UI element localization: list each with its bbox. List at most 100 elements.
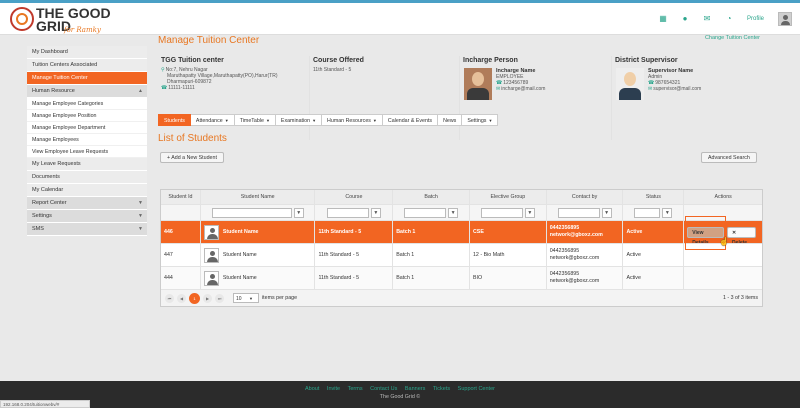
filter-icon[interactable]: ▼ — [601, 207, 612, 218]
footer-link-tickets[interactable]: Tickets — [433, 386, 450, 392]
sidebar-item-leave-requests[interactable]: View Employee Leave Requests — [27, 146, 147, 158]
caret-down-icon: ▼ — [248, 296, 253, 301]
student-contact: 0442356895 network@gboxz.com — [547, 267, 624, 289]
sidebar-item-employees[interactable]: Manage Employees — [27, 134, 147, 146]
filter-icon[interactable]: ▼ — [524, 207, 535, 218]
student-elective: 12 - Bio Math — [470, 244, 547, 266]
sidebar-section-report-center[interactable]: Report Center ▼ — [27, 197, 147, 210]
caret-down-icon: ▼ — [224, 118, 229, 123]
student-name-cell: Student Name — [201, 244, 316, 266]
tab-news[interactable]: News — [438, 114, 463, 126]
filter-icon[interactable]: ▼ — [293, 207, 304, 218]
student-name: Student Name — [222, 275, 257, 281]
filter-input[interactable] — [480, 207, 523, 218]
footer-link-support[interactable]: Support Center — [458, 386, 495, 392]
sidebar-item-employee-position[interactable]: Manage Employee Position — [27, 110, 147, 122]
table-row[interactable]: 446 Student Name 11th Standard - 5 Batch… — [161, 221, 762, 244]
column-header[interactable]: Student Name — [201, 190, 316, 204]
incharge-details: Incharge Name EMPLOYEE ☎123456789 ✉incha… — [496, 68, 545, 92]
center-info: TGG Tuition center ⚲No:7, Nehru Nagar Ma… — [158, 56, 310, 140]
column-header[interactable]: Batch — [393, 190, 470, 204]
footer-link-terms[interactable]: Terms — [348, 386, 363, 392]
filter-icon[interactable]: ▼ — [448, 207, 459, 218]
caret-down-icon: ▼ — [488, 118, 493, 123]
tab-timetable[interactable]: TimeTable ▼ — [234, 114, 276, 126]
sidebar-item-manage-tuition-center[interactable]: Manage Tuition Center — [27, 72, 147, 85]
sidebar-section-settings[interactable]: Settings ▼ — [27, 210, 147, 223]
filter-icon[interactable]: ▼ — [370, 207, 381, 218]
sidebar-section-sms[interactable]: SMS ▼ — [27, 223, 147, 236]
chevron-down-icon: ▼ — [138, 213, 143, 219]
tab-attendance[interactable]: Attendance ▼ — [190, 114, 235, 126]
caret-down-icon: ▼ — [265, 118, 270, 123]
sidebar-item-employee-categories[interactable]: Manage Employee Categories — [27, 98, 147, 110]
column-header[interactable]: Status — [623, 190, 685, 204]
chevron-down-icon: ▼ — [138, 226, 143, 232]
footer-link-about[interactable]: About — [305, 386, 319, 392]
next-page-icon[interactable]: ▶ — [203, 293, 212, 303]
contact-phone: 0442356895 — [549, 271, 580, 277]
supervisor-photo — [616, 68, 644, 100]
first-page-icon[interactable]: ⏮ — [165, 293, 174, 303]
apps-grid-icon[interactable]: ▦ — [659, 15, 667, 23]
incharge-photo — [464, 68, 492, 100]
sidebar-item-my-leave-requests[interactable]: My Leave Requests — [27, 158, 147, 171]
footer-copyright: The Good Grid © — [379, 394, 421, 400]
contact-email: network@gboxz.com — [549, 278, 600, 284]
location-pin-icon: ⚲ — [161, 67, 165, 73]
tab-human-resources[interactable]: Human Resources ▼ — [322, 114, 383, 126]
filter-cell: ▼ — [393, 205, 470, 220]
advanced-search-button[interactable]: Advanced Search — [701, 152, 757, 163]
filter-icon[interactable]: ▼ — [662, 207, 673, 218]
sidebar-item-employee-department[interactable]: Manage Employee Department — [27, 122, 147, 134]
users-icon[interactable]: ● — [681, 15, 689, 23]
filter-input[interactable] — [326, 207, 369, 218]
page-size-select[interactable]: 10 ▼ — [233, 293, 259, 303]
student-avatar — [203, 224, 219, 240]
supervisor-title: District Supervisor — [615, 57, 678, 64]
delete-button[interactable]: ✕ Delete — [727, 226, 756, 243]
sidebar-item-dashboard[interactable]: My Dashboard — [27, 46, 147, 59]
footer-link-contact[interactable]: Contact Us — [370, 386, 397, 392]
chevron-up-icon: ▲ — [138, 88, 143, 94]
change-tuition-center-link[interactable]: Change Tuition Center — [705, 35, 760, 41]
filter-input[interactable] — [634, 207, 661, 218]
mail-icon[interactable]: ✉ — [703, 15, 711, 23]
sidebar-item-documents[interactable]: Documents — [27, 171, 147, 184]
sidebar-item-tuition-centers[interactable]: Tuition Centers Associated — [27, 59, 147, 72]
table-row[interactable]: 444 Student Name 11th Standard - 5 Batch… — [161, 267, 762, 290]
prev-page-icon[interactable]: ◀ — [177, 293, 186, 303]
tab-calendar-events[interactable]: Calendar & Events — [382, 114, 439, 126]
filter-input[interactable] — [404, 207, 447, 218]
tab-students[interactable]: Students — [158, 114, 191, 126]
filter-cell: ▼ — [623, 205, 685, 220]
footer-links: About Invite Terms Contact Us Banners Ti… — [0, 386, 800, 392]
mail-icon: ✉ — [648, 86, 653, 92]
last-page-icon[interactable]: ⏭ — [215, 293, 224, 303]
grid-pager: ⏮ ◀ 1 ▶ ⏭ 10 ▼ items per page 1 - 3 of 3… — [161, 290, 762, 306]
column-header[interactable]: Elective Group — [470, 190, 547, 204]
column-header[interactable]: Student Id — [161, 190, 201, 204]
filter-input[interactable] — [211, 207, 292, 218]
sidebar-section-human-resource[interactable]: Human Resource ▲ — [27, 85, 147, 98]
add-student-button[interactable]: + Add a New Student — [160, 152, 224, 163]
column-header[interactable]: Contact by — [547, 190, 624, 204]
student-elective: CSE — [470, 221, 547, 243]
sidebar-item-my-calendar[interactable]: My Calendar — [27, 184, 147, 197]
tab-examination[interactable]: Examination ▼ — [275, 114, 323, 126]
profile-link[interactable]: Profile — [747, 16, 764, 22]
tab-settings[interactable]: Settings ▼ — [462, 114, 499, 126]
filter-input[interactable] — [557, 207, 600, 218]
student-course: 11th Standard - 5 — [315, 267, 394, 289]
logo-icon[interactable] — [10, 7, 34, 31]
footer-link-invite[interactable]: Invite — [327, 386, 340, 392]
header: THE GOOD GRID for Ramky ▦ ● ✉ ◔ Profile — [0, 3, 800, 35]
incharge-title: Incharge Person — [463, 57, 518, 64]
column-header[interactable]: Course — [315, 190, 394, 204]
footer-link-banners[interactable]: Banners — [405, 386, 426, 392]
bell-icon[interactable]: ◔ — [725, 15, 733, 23]
current-page[interactable]: 1 — [189, 292, 200, 304]
pager-info: 1 - 3 of 3 items — [722, 295, 758, 301]
table-row[interactable]: 447 Student Name 11th Standard - 5 Batch… — [161, 244, 762, 267]
user-avatar[interactable] — [778, 12, 792, 26]
